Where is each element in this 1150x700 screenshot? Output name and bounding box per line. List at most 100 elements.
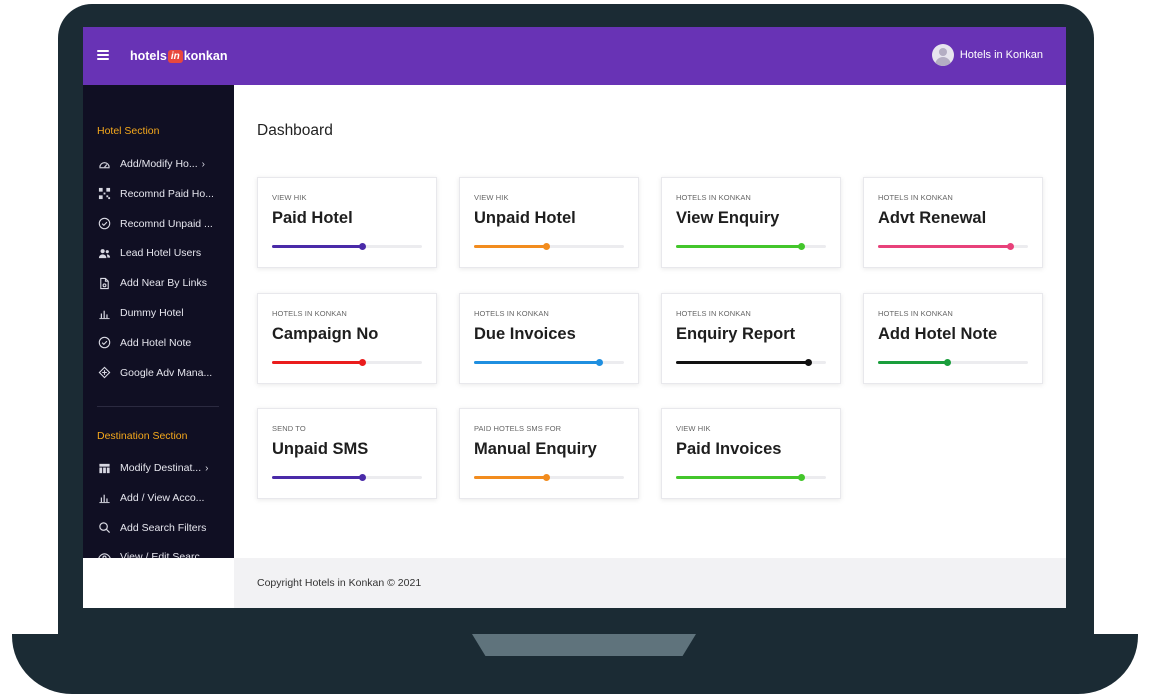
sidebar-item-view-edit-searc[interactable]: View / Edit Searc... bbox=[97, 548, 229, 558]
card-title: Enquiry Report bbox=[676, 325, 796, 343]
sidebar-item-label: Add Hotel Note bbox=[120, 336, 192, 349]
progress-fill bbox=[878, 361, 947, 364]
progress-fill bbox=[474, 245, 546, 248]
progress-knob bbox=[1007, 243, 1014, 250]
progress-knob bbox=[944, 359, 951, 366]
sidebar-item-add-modify-ho[interactable]: Add/Modify Ho... › bbox=[97, 155, 229, 173]
progress-fill bbox=[272, 361, 362, 364]
sidebar-item-label: Add Search Filters bbox=[120, 521, 207, 534]
progress-fill bbox=[676, 476, 801, 479]
sidebar-item-add-view-acco[interactable]: Add / View Acco... bbox=[97, 489, 229, 507]
dashboard-card-view-enquiry[interactable]: HOTELS IN KONKAN View Enquiry bbox=[661, 177, 841, 268]
avatar bbox=[931, 44, 954, 66]
dashboard-card-manual-enquiry[interactable]: PAID HOTELS SMS FOR Manual Enquiry bbox=[459, 408, 639, 499]
users-icon bbox=[97, 246, 111, 260]
user-name: Hotels in Konkan bbox=[959, 49, 1043, 61]
progress-knob bbox=[359, 243, 366, 250]
card-title: Due Invoices bbox=[474, 325, 576, 343]
sidebar-item-label: Recomnd Unpaid ... bbox=[120, 217, 213, 230]
card-subtitle: VIEW HIK bbox=[272, 193, 307, 202]
card-title: Add Hotel Note bbox=[878, 325, 998, 343]
progress-track bbox=[878, 243, 1028, 250]
card-subtitle: PAID HOTELS SMS FOR bbox=[474, 424, 562, 433]
user-menu[interactable]: Hotels in Konkan bbox=[931, 44, 1043, 66]
puzzle-icon bbox=[97, 366, 111, 380]
progress-knob bbox=[797, 474, 805, 481]
dashboard-card-unpaid-hotel[interactable]: VIEW HIK Unpaid Hotel bbox=[459, 177, 639, 268]
eye-icon bbox=[97, 550, 111, 558]
bar-chart-icon bbox=[97, 306, 111, 320]
sidebar-item-label: Modify Destinat... bbox=[120, 462, 202, 474]
card-title: Manual Enquiry bbox=[474, 440, 597, 458]
brand-logo[interactable]: hotels in konkan bbox=[130, 47, 227, 65]
progress-track bbox=[474, 474, 624, 481]
top-navbar: hotels in konkan Hotels in Konkan bbox=[83, 27, 1066, 85]
hamburger-menu-icon[interactable] bbox=[97, 50, 109, 60]
card-title: Unpaid SMS bbox=[272, 440, 369, 458]
app-screen: hotels in konkan Hotels in Konkan Hotel Se… bbox=[83, 27, 1066, 608]
chevron-right-icon: › bbox=[205, 462, 209, 474]
card-title: Campaign No bbox=[272, 325, 379, 343]
progress-track bbox=[676, 474, 826, 481]
progress-knob bbox=[595, 359, 603, 366]
card-subtitle: VIEW HIK bbox=[676, 424, 711, 433]
sidebar-item-dummy-hotel[interactable]: Dummy Hotel bbox=[97, 304, 229, 322]
sidebar-item-label: Lead Hotel Users bbox=[120, 247, 202, 260]
sidebar-item-recomnd-paid-ho[interactable]: Recomnd Paid Ho... bbox=[97, 185, 229, 203]
progress-track bbox=[272, 243, 422, 250]
card-title: Paid Invoices bbox=[676, 440, 782, 458]
card-subtitle: HOTELS IN KONKAN bbox=[878, 193, 953, 202]
document-link-icon bbox=[97, 276, 111, 290]
qr-grid-icon bbox=[97, 187, 111, 201]
chevron-right-icon: › bbox=[201, 158, 205, 170]
card-subtitle: HOTELS IN KONKAN bbox=[474, 309, 549, 318]
card-subtitle: HOTELS IN KONKAN bbox=[878, 309, 953, 318]
card-title: Paid Hotel bbox=[272, 209, 353, 227]
dashboard-card-advt-renewal[interactable]: HOTELS IN KONKAN Advt Renewal bbox=[863, 177, 1043, 268]
check-circle-icon bbox=[97, 336, 111, 350]
sidebar-item-add-hotel-note[interactable]: Add Hotel Note bbox=[97, 334, 229, 352]
sidebar-item-lead-hotel-users[interactable]: Lead Hotel Users bbox=[97, 244, 229, 262]
dashboard-card-paid-hotel[interactable]: VIEW HIK Paid Hotel bbox=[257, 177, 437, 268]
dashboard-card-enquiry-report[interactable]: HOTELS IN KONKAN Enquiry Report bbox=[661, 293, 841, 384]
dashboard-card-due-invoices[interactable]: HOTELS IN KONKAN Due Invoices bbox=[459, 293, 639, 384]
progress-fill bbox=[676, 245, 801, 248]
progress-knob bbox=[359, 474, 366, 481]
copyright-text: Copyright Hotels in Konkan © 2021 bbox=[257, 577, 422, 589]
bar-chart-icon bbox=[97, 491, 111, 505]
sidebar-item-google-adv-mana[interactable]: Google Adv Mana... bbox=[97, 364, 229, 382]
dashboard-card-add-hotel-note[interactable]: HOTELS IN KONKAN Add Hotel Note bbox=[863, 293, 1043, 384]
card-subtitle: VIEW HIK bbox=[474, 193, 509, 202]
sidebar-item-modify-destinat[interactable]: Modify Destinat... › bbox=[97, 459, 229, 477]
sidebar-item-label: View / Edit Searc... bbox=[120, 551, 209, 558]
progress-fill bbox=[474, 476, 546, 479]
progress-knob bbox=[805, 359, 812, 366]
progress-fill bbox=[272, 245, 362, 248]
dashboard-gauge-icon bbox=[97, 157, 111, 171]
check-circle-icon bbox=[97, 217, 111, 231]
progress-track bbox=[272, 474, 422, 481]
card-subtitle: HOTELS IN KONKAN bbox=[676, 193, 751, 202]
dashboard-card-unpaid-sms[interactable]: SEND TO Unpaid SMS bbox=[257, 408, 437, 499]
card-subtitle: HOTELS IN KONKAN bbox=[676, 309, 751, 318]
search-icon bbox=[97, 521, 111, 535]
logo-text-right: konkan bbox=[183, 49, 228, 63]
sidebar-item-label: Google Adv Mana... bbox=[120, 366, 213, 379]
sidebar: Hotel Section Add/Modify Ho... › Recomnd P… bbox=[83, 85, 234, 558]
sidebar-item-label: Add/Modify Ho... bbox=[120, 158, 198, 170]
laptop-notch bbox=[472, 634, 696, 656]
logo-mark: in bbox=[167, 49, 183, 63]
progress-track bbox=[676, 359, 826, 366]
footer: Copyright Hotels in Konkan © 2021 bbox=[234, 558, 1066, 608]
dashboard-card-paid-invoices[interactable]: VIEW HIK Paid Invoices bbox=[661, 408, 841, 499]
sidebar-item-add-search-filters[interactable]: Add Search Filters bbox=[97, 519, 229, 537]
sidebar-item-add-near-by-links[interactable]: Add Near By Links bbox=[97, 274, 229, 292]
card-subtitle: SEND TO bbox=[272, 424, 306, 433]
progress-fill bbox=[676, 361, 808, 364]
hotel-section-title: Hotel Section bbox=[97, 125, 160, 137]
sidebar-item-recomnd-unpaid[interactable]: Recomnd Unpaid ... bbox=[97, 215, 229, 233]
dashboard-card-campaign-no[interactable]: HOTELS IN KONKAN Campaign No bbox=[257, 293, 437, 384]
progress-track bbox=[474, 243, 624, 250]
logo-text-left: hotels bbox=[130, 49, 167, 63]
sidebar-item-label: Add Near By Links bbox=[120, 277, 207, 290]
